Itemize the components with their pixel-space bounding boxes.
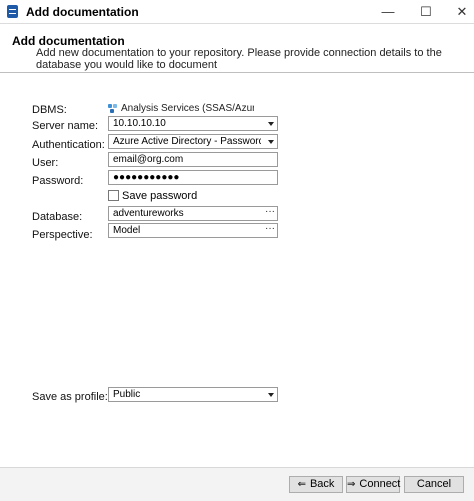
back-button[interactable]: ⇐ Back [289,476,343,493]
database-value: adventureworks [113,208,184,219]
minimize-button[interactable]: — [379,3,397,21]
chevron-down-icon[interactable] [268,140,274,144]
wizard-header: Add documentation Add new documentation … [0,25,474,73]
server-name-combobox[interactable]: 10.10.10.10 [108,116,278,131]
connect-button[interactable]: ⇒ Connect [346,476,400,493]
password-value: ●●●●●●●●●●● [113,172,180,183]
user-value: email@org.com [113,154,184,165]
app-database-icon [7,5,18,18]
save-as-profile-label: Save as profile: [32,391,108,403]
perspective-field[interactable]: Model ··· [108,223,278,238]
cancel-button[interactable]: Cancel [404,476,464,493]
back-button-label: Back [309,478,335,490]
save-password-checkbox[interactable] [108,190,119,201]
arrow-left-icon: ⇐ [297,479,306,490]
authentication-label: Authentication: [32,139,105,151]
maximize-button[interactable]: ☐ [417,3,435,21]
chevron-down-icon[interactable] [268,393,274,397]
authentication-value: Azure Active Directory - Password [113,136,261,147]
dbms-value: Analysis Services (SSAS/Azure) Tabular [108,103,254,114]
perspective-browse-button[interactable]: ··· [265,224,275,235]
header-description: Add new documentation to your repository… [36,47,442,71]
save-as-profile-select[interactable]: Public [108,387,278,402]
close-button[interactable]: ✕ [453,3,471,21]
database-field[interactable]: adventureworks ··· [108,206,278,221]
perspective-label: Perspective: [32,229,93,241]
window-title: Add documentation [26,5,139,19]
save-as-profile-value: Public [113,389,141,400]
authentication-select[interactable]: Azure Active Directory - Password [108,134,278,149]
dbms-label: DBMS: [32,104,67,116]
user-label: User: [32,157,59,169]
database-label: Database: [32,211,83,223]
connect-button-label: Connect [359,478,401,490]
header-title: Add documentation [12,34,125,48]
server-name-value: 10.10.10.10 [113,118,166,129]
footer-bar [0,468,474,501]
user-input[interactable]: email@org.com [108,152,278,167]
title-bar: Add documentation — ☐ ✕ [0,0,474,24]
save-password-label[interactable]: Save password [122,190,197,202]
chevron-down-icon[interactable] [268,122,274,126]
password-input[interactable]: ●●●●●●●●●●● [108,170,278,185]
server-name-label: Server name: [32,120,99,132]
database-browse-button[interactable]: ··· [265,207,275,218]
password-label: Password: [32,175,84,187]
dbms-value-text: Analysis Services (SSAS/Azure) Tabular [121,103,254,114]
arrow-right-icon: ⇒ [347,479,356,490]
perspective-value: Model [113,225,141,236]
analysis-services-icon [108,103,119,113]
